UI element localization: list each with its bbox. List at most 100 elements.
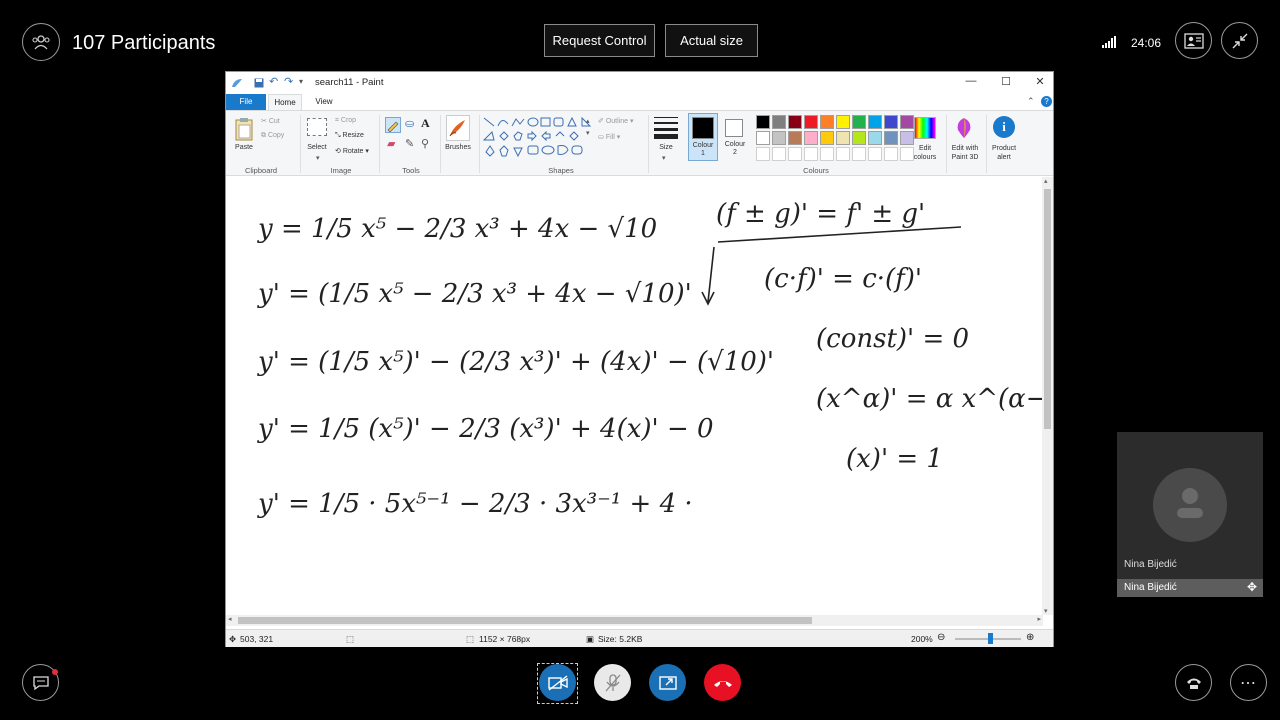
- select-dropdown-icon[interactable]: ▾: [316, 154, 320, 162]
- palette-colour[interactable]: [788, 131, 802, 145]
- edit-colours-label[interactable]: Edit colours: [906, 144, 944, 162]
- tab-view[interactable]: View: [308, 94, 340, 110]
- palette-custom-slot[interactable]: [884, 147, 898, 161]
- content-view-button[interactable]: [1175, 22, 1212, 59]
- participants-button[interactable]: [22, 23, 60, 61]
- collapse-button[interactable]: [1221, 22, 1258, 59]
- palette-custom-slot[interactable]: [772, 147, 786, 161]
- maximize-button[interactable]: ☐: [996, 75, 1016, 91]
- zoom-slider[interactable]: [955, 633, 1021, 644]
- colour2-button[interactable]: Colour 2: [721, 113, 749, 161]
- scroll-up-icon[interactable]: ▴: [1044, 177, 1048, 185]
- select-label[interactable]: Select: [304, 144, 330, 151]
- quick-access-dropdown-icon[interactable]: ▾: [299, 77, 303, 86]
- horizontal-scrollbar[interactable]: ◂ ▸: [226, 615, 1043, 626]
- more-options-button[interactable]: ⋯: [1230, 664, 1267, 701]
- palette-colour[interactable]: [804, 115, 818, 129]
- size-dropdown-icon[interactable]: ▾: [662, 154, 666, 162]
- paint3d-icon[interactable]: [954, 116, 974, 140]
- palette-colour[interactable]: [772, 131, 786, 145]
- palette-custom-slot[interactable]: [788, 147, 802, 161]
- size-label[interactable]: Size: [654, 144, 678, 151]
- save-icon[interactable]: [254, 78, 264, 88]
- palette-colour[interactable]: [900, 115, 914, 129]
- close-button[interactable]: ✕: [1030, 75, 1050, 91]
- palette-colour[interactable]: [772, 115, 786, 129]
- palette-colour[interactable]: [868, 131, 882, 145]
- palette-colour[interactable]: [756, 115, 770, 129]
- magnifier-icon[interactable]: ⚲: [421, 137, 429, 150]
- horizontal-scroll-thumb[interactable]: [238, 617, 812, 624]
- zoom-in-icon[interactable]: ⊕: [1026, 632, 1034, 643]
- color-picker-icon[interactable]: ✎: [405, 137, 414, 150]
- hang-up-button[interactable]: [704, 664, 741, 701]
- palette-colour[interactable]: [756, 131, 770, 145]
- select-icon[interactable]: [307, 118, 327, 136]
- edit-colours-icon[interactable]: [914, 117, 936, 139]
- undo-icon[interactable]: ↶: [269, 75, 278, 88]
- palette-colour[interactable]: [868, 115, 882, 129]
- zoom-slider-thumb[interactable]: [988, 633, 993, 644]
- shapes-scroll-down-icon[interactable]: ▾: [586, 129, 590, 137]
- drawing-canvas[interactable]: y = 1/5 x⁵ − 2/3 x³ + 4x − √10 y' = (1/5…: [226, 177, 1043, 615]
- video-toggle-button[interactable]: [539, 664, 576, 701]
- vertical-scroll-thumb[interactable]: [1044, 189, 1051, 429]
- outline-button[interactable]: ✐ Outline ▾: [598, 117, 633, 125]
- brushes-label[interactable]: Brushes: [441, 144, 475, 151]
- palette-colour[interactable]: [900, 131, 914, 145]
- move-icon[interactable]: ✥: [1247, 580, 1257, 594]
- palette-custom-slot[interactable]: [852, 147, 866, 161]
- palette-custom-slot[interactable]: [756, 147, 770, 161]
- info-icon[interactable]: i: [993, 116, 1015, 138]
- palette-colour[interactable]: [820, 131, 834, 145]
- paint3d-label[interactable]: Edit with Paint 3D: [946, 144, 984, 162]
- scroll-left-icon[interactable]: ◂: [228, 615, 232, 623]
- fill-bucket-icon[interactable]: ⛀: [405, 117, 414, 130]
- product-alert-label[interactable]: Product alert: [984, 144, 1024, 162]
- palette-custom-slot[interactable]: [820, 147, 834, 161]
- redo-icon[interactable]: ↷: [284, 75, 293, 88]
- minimize-button[interactable]: —: [961, 75, 981, 91]
- text-tool-icon[interactable]: A: [421, 116, 430, 131]
- palette-colour[interactable]: [836, 131, 850, 145]
- pencil-tool[interactable]: [385, 117, 401, 133]
- share-button[interactable]: [649, 664, 686, 701]
- zoom-out-icon[interactable]: ⊖: [937, 632, 945, 643]
- palette-colour[interactable]: [884, 115, 898, 129]
- request-control-button[interactable]: Request Control: [544, 24, 655, 57]
- resize-button[interactable]: ⤡ Resize: [335, 132, 364, 140]
- brushes-button[interactable]: [446, 115, 470, 141]
- crop-button[interactable]: ⌗ Crop: [335, 117, 356, 125]
- colour1-button[interactable]: Colour 1: [688, 113, 718, 161]
- collapse-ribbon-icon[interactable]: ⌃: [1027, 96, 1035, 107]
- palette-custom-slot[interactable]: [836, 147, 850, 161]
- tab-file[interactable]: File: [226, 94, 266, 110]
- help-icon[interactable]: ?: [1041, 96, 1052, 107]
- palette-colour[interactable]: [852, 131, 866, 145]
- cut-button[interactable]: ✂ Cut: [261, 117, 280, 125]
- shapes-scroll-up-icon[interactable]: ▴: [586, 117, 590, 125]
- size-icon[interactable]: [654, 117, 678, 139]
- tab-home[interactable]: Home: [268, 94, 302, 110]
- vertical-scrollbar[interactable]: ▴ ▾: [1042, 177, 1053, 615]
- palette-colour[interactable]: [804, 131, 818, 145]
- copy-button[interactable]: ⧉ Copy: [261, 132, 284, 140]
- participant-video-tile[interactable]: Nina Bijedić Nina Bijedić ✥: [1117, 432, 1263, 597]
- palette-colour[interactable]: [788, 115, 802, 129]
- paste-label[interactable]: Paste: [232, 144, 256, 151]
- scroll-down-icon[interactable]: ▾: [1044, 607, 1048, 615]
- palette-colour[interactable]: [820, 115, 834, 129]
- actual-size-button[interactable]: Actual size: [665, 24, 758, 57]
- eraser-icon[interactable]: ▰: [387, 137, 395, 150]
- fill-button[interactable]: ⛀ Fill ▾: [598, 133, 620, 141]
- palette-colour[interactable]: [884, 131, 898, 145]
- chat-button[interactable]: [22, 664, 59, 701]
- scroll-right-icon[interactable]: ▸: [1037, 615, 1041, 623]
- rotate-button[interactable]: ⟲ Rotate ▾: [335, 147, 369, 155]
- palette-custom-slot[interactable]: [868, 147, 882, 161]
- paste-icon[interactable]: [234, 117, 254, 141]
- palette-colour[interactable]: [852, 115, 866, 129]
- palette-custom-slot[interactable]: [804, 147, 818, 161]
- shapes-gallery[interactable]: [482, 116, 592, 160]
- palette-colour[interactable]: [836, 115, 850, 129]
